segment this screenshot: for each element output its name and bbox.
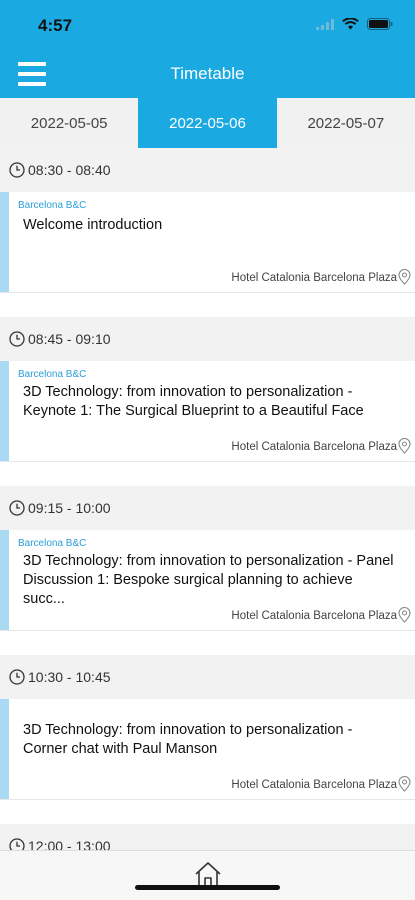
session-venue: Hotel Catalonia Barcelona Plaza (231, 441, 397, 453)
clock-icon (9, 838, 25, 850)
time-slot-label: 08:30 - 08:40 (28, 162, 111, 178)
status-icons (316, 18, 393, 30)
session-venue: Hotel Catalonia Barcelona Plaza (231, 779, 397, 791)
session-organizer: Barcelona B&C (18, 369, 87, 380)
time-slot-label: 10:30 - 10:45 (28, 669, 111, 685)
date-tab-2022-05-05[interactable]: 2022-05-05 (0, 98, 138, 148)
time-slot-header: 10:30 - 10:45 (0, 655, 415, 699)
time-slot-header: 08:30 - 08:40 (0, 148, 415, 192)
page-title: Timetable (170, 64, 245, 83)
time-slot-header: 09:15 - 10:00 (0, 486, 415, 530)
session-venue: Hotel Catalonia Barcelona Plaza (231, 272, 397, 284)
cellular-signal-icon (316, 18, 334, 30)
location-pin-icon (398, 607, 411, 623)
clock-icon (9, 669, 25, 685)
session-card[interactable]: 3D Technology: from innovation to person… (0, 699, 415, 799)
session-organizer: Barcelona B&C (18, 538, 87, 549)
location-pin-icon (398, 269, 411, 285)
battery-icon (367, 18, 393, 30)
session-venue: Hotel Catalonia Barcelona Plaza (231, 610, 397, 622)
bottom-tab-bar (0, 850, 415, 900)
home-indicator[interactable] (135, 885, 280, 890)
time-slot-label: 12:00 - 13:00 (28, 838, 111, 850)
status-time: 4:57 (38, 16, 73, 35)
spacer (0, 631, 415, 655)
time-slot-header: 08:45 - 09:10 (0, 317, 415, 361)
date-tab-2022-05-06[interactable]: 2022-05-06 (138, 98, 277, 148)
date-tabs: 2022-05-05 2022-05-06 2022-05-07 (0, 98, 415, 148)
clock-icon (9, 162, 25, 178)
spacer (0, 293, 415, 317)
nav-bar: Timetable (0, 48, 415, 98)
time-slot-label: 08:45 - 09:10 (28, 331, 111, 347)
session-title: Welcome introduction (23, 217, 163, 233)
session-organizer: Barcelona B&C (18, 200, 87, 211)
location-pin-icon (398, 438, 411, 454)
spacer (0, 462, 415, 486)
session-card[interactable]: Barcelona B&C 3D Technology: from innova… (0, 530, 415, 630)
location-pin-icon (398, 776, 411, 792)
time-slot-label: 09:15 - 10:00 (28, 500, 111, 516)
clock-icon (9, 331, 25, 347)
session-card[interactable]: Barcelona B&C 3D Technology: from innova… (0, 361, 415, 461)
session-card[interactable]: Barcelona B&C Welcome introduction Hotel… (0, 192, 415, 292)
date-tab-2022-05-07[interactable]: 2022-05-07 (277, 98, 415, 148)
clock-icon (9, 500, 25, 516)
spacer (0, 800, 415, 824)
wifi-icon (342, 18, 359, 30)
time-slot-header: 12:00 - 13:00 (0, 824, 415, 850)
session-list[interactable]: 08:30 - 08:40 Barcelona B&C Welcome intr… (0, 148, 415, 850)
session-title: 3D Technology: from innovation to person… (23, 384, 364, 419)
session-title: 3D Technology: from innovation to person… (23, 722, 353, 757)
status-bar: 4:57 (0, 0, 415, 48)
session-title: 3D Technology: from innovation to person… (23, 553, 394, 607)
